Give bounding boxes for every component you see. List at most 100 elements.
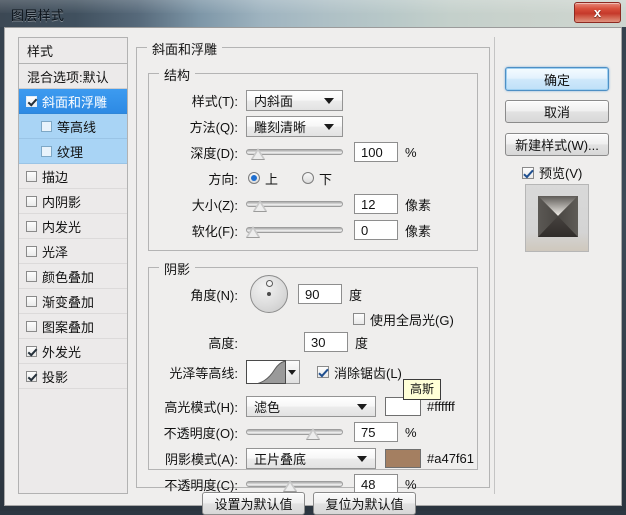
highlight-color-hex: #ffffff: [427, 398, 455, 414]
shadow-opacity-thumb[interactable]: [282, 480, 297, 491]
shadow-opacity-input[interactable]: 48: [354, 474, 398, 494]
checkbox-contour[interactable]: [41, 120, 52, 132]
new-style-button[interactable]: 新建样式(W)...: [505, 133, 609, 156]
sidebar-item-bevel-emboss[interactable]: 斜面和浮雕: [19, 89, 127, 114]
checkbox-pattern-overlay[interactable]: [26, 320, 37, 332]
styles-panel-header[interactable]: 样式: [19, 38, 127, 64]
sidebar-item-contour[interactable]: 等高线: [19, 114, 127, 139]
shadow-opacity-unit: %: [405, 476, 417, 492]
checkbox-bevel-emboss[interactable]: [26, 95, 37, 107]
checkbox-outer-glow[interactable]: [26, 345, 37, 357]
styles-list-panel: 样式 混合选项:默认 斜面和浮雕 等高线 纹理 描边 内阴影 内发光 光泽 颜色…: [18, 37, 128, 494]
angle-unit: 度: [349, 287, 363, 303]
shadow-opacity-slider[interactable]: [246, 475, 343, 493]
angle-dial-center: [267, 292, 271, 296]
checkbox-drop-shadow[interactable]: [26, 370, 37, 382]
altitude-input[interactable]: 30: [304, 332, 348, 352]
size-slider-thumb[interactable]: [252, 200, 267, 211]
shadow-mode-label: 阴影模式(A):: [165, 451, 238, 467]
sidebar-item-outer-glow[interactable]: 外发光: [19, 339, 127, 364]
highlight-opacity-track: [246, 429, 343, 435]
chevron-down-icon: [324, 124, 334, 130]
gloss-contour-label: 光泽等高线:: [169, 365, 238, 381]
depth-slider[interactable]: [246, 143, 343, 161]
gloss-contour-preview[interactable]: [246, 360, 286, 384]
bevel-emboss-panel: 斜面和浮雕 结构 样式(T): 内斜面 方法(Q): 雕刻清晰 深度(D): 1…: [136, 37, 490, 515]
shading-group-title: 阴影: [159, 259, 196, 278]
soften-input[interactable]: 0: [354, 220, 398, 240]
chevron-down-icon: [288, 370, 296, 375]
window-title: 图层样式: [11, 8, 65, 23]
sidebar-item-texture[interactable]: 纹理: [19, 139, 127, 164]
highlight-opacity-label: 不透明度(O):: [163, 425, 238, 441]
sidebar-item-drop-shadow[interactable]: 投影: [19, 364, 127, 389]
set-to-default-button[interactable]: 设置为默认值: [202, 492, 305, 515]
angle-dial[interactable]: [250, 275, 288, 313]
sidebar-item-inner-glow[interactable]: 内发光: [19, 214, 127, 239]
checkbox-stroke[interactable]: [26, 170, 37, 182]
bevel-style-value: 内斜面: [254, 93, 294, 109]
shadow-color-swatch[interactable]: [385, 448, 421, 468]
checkbox-texture[interactable]: [41, 145, 52, 157]
sidebar-item-gradient-overlay[interactable]: 渐变叠加: [19, 289, 127, 314]
dialog-client-area: 样式 混合选项:默认 斜面和浮雕 等高线 纹理 描边 内阴影 内发光 光泽 颜色…: [4, 27, 622, 515]
depth-input[interactable]: 100: [354, 142, 398, 162]
shadow-opacity-label: 不透明度(C):: [164, 477, 238, 493]
technique-dropdown[interactable]: 雕刻清晰: [246, 115, 343, 137]
preview-checkbox-row[interactable]: 预览(V): [522, 163, 582, 182]
direction-down-radio[interactable]: [302, 172, 315, 184]
gloss-contour-dropdown[interactable]: [286, 360, 300, 384]
highlight-opacity-slider[interactable]: [246, 423, 343, 441]
close-button[interactable]: x: [574, 2, 621, 23]
dialog-actions-panel: 确定 取消 新建样式(W)... 预览(V): [502, 37, 612, 494]
soften-slider[interactable]: [246, 221, 343, 239]
bevel-style-dropdown[interactable]: 内斜面: [246, 89, 343, 111]
use-global-light-label: 使用全局光(G): [370, 312, 454, 328]
sidebar-item-stroke[interactable]: 描边: [19, 164, 127, 189]
blending-options-item[interactable]: 混合选项:默认: [19, 64, 127, 89]
highlight-opacity-thumb[interactable]: [305, 428, 320, 439]
highlight-mode-label: 高光模式(H):: [164, 399, 238, 415]
checkbox-inner-shadow[interactable]: [26, 195, 37, 207]
use-global-light-checkbox[interactable]: [353, 313, 365, 325]
chevron-down-icon: [357, 404, 367, 410]
sidebar-item-label: 描边: [42, 169, 69, 185]
shadow-mode-value: 正片叠底: [254, 451, 307, 467]
sidebar-item-satin[interactable]: 光泽: [19, 239, 127, 264]
direction-up-radio[interactable]: [248, 172, 260, 184]
highlight-mode-value: 滤色: [254, 399, 281, 415]
angle-dial-handle[interactable]: [265, 280, 273, 287]
preview-checkbox[interactable]: [522, 166, 534, 179]
highlight-mode-dropdown[interactable]: 滤色: [246, 395, 376, 417]
soften-label: 软化(F):: [191, 223, 238, 239]
anti-alias-checkbox[interactable]: [317, 366, 329, 378]
checkbox-inner-glow[interactable]: [26, 220, 37, 232]
sidebar-item-pattern-overlay[interactable]: 图案叠加: [19, 314, 127, 339]
sidebar-item-color-overlay[interactable]: 颜色叠加: [19, 264, 127, 289]
angle-input[interactable]: 90: [298, 284, 342, 304]
anti-alias-label: 消除锯齿(L): [334, 365, 402, 381]
shadow-mode-dropdown[interactable]: 正片叠底: [246, 447, 376, 469]
soften-unit: 像素: [405, 223, 432, 239]
sidebar-item-inner-shadow[interactable]: 内阴影: [19, 189, 127, 214]
sidebar-item-label: 外发光: [42, 344, 82, 360]
highlight-opacity-input[interactable]: 75: [354, 422, 398, 442]
style-label: 样式(T):: [191, 93, 238, 109]
panel-divider: [494, 37, 495, 494]
depth-unit: %: [405, 144, 417, 160]
checkbox-satin[interactable]: [26, 245, 37, 257]
size-slider[interactable]: [246, 195, 343, 213]
cancel-button[interactable]: 取消: [505, 100, 609, 123]
reset-to-default-button[interactable]: 复位为默认值: [313, 492, 416, 515]
size-input[interactable]: 12: [354, 194, 398, 214]
depth-slider-thumb[interactable]: [250, 148, 265, 159]
title-bar-gloss: [0, 0, 626, 13]
sidebar-item-label: 投影: [42, 369, 69, 385]
sidebar-item-label: 内阴影: [42, 194, 82, 210]
technique-label: 方法(Q):: [189, 119, 238, 135]
bevel-emboss-group-title: 斜面和浮雕: [147, 39, 223, 58]
checkbox-gradient-overlay[interactable]: [26, 295, 37, 307]
ok-button[interactable]: 确定: [505, 67, 609, 91]
checkbox-color-overlay[interactable]: [26, 270, 37, 282]
soften-slider-thumb[interactable]: [246, 226, 260, 237]
